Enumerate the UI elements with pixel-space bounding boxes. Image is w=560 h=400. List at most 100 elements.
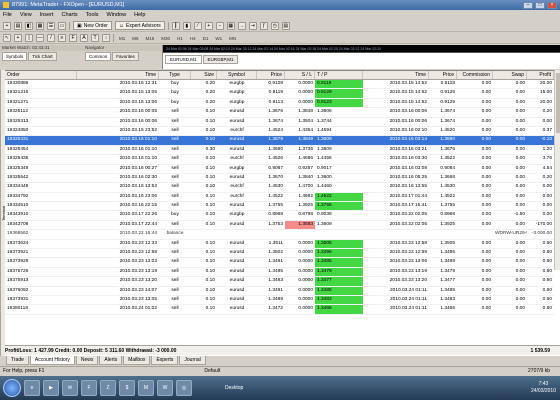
column-header[interactable]: Symbol xyxy=(217,71,257,79)
crosshair-icon[interactable]: + xyxy=(14,34,22,42)
table-row[interactable]: 19373931 2010.03.23 13:05 sell 0.10 eurusd 1.… xyxy=(5,295,554,306)
column-header[interactable]: Time xyxy=(77,71,159,79)
taskbar-app-icon[interactable]: e xyxy=(24,380,40,396)
maximize-button[interactable]: □ xyxy=(535,1,545,9)
navigator-icon[interactable]: ☰ xyxy=(47,21,55,30)
timeframe-m5[interactable]: M5 xyxy=(130,36,140,41)
table-row[interactable]: 19343910 2010.03.17 22:26 buy 0.10 eurgbp 0.8… xyxy=(5,211,554,221)
templates-icon[interactable]: ▤ xyxy=(281,21,290,30)
taskbar-app-icon[interactable]: ▶ xyxy=(43,380,59,396)
table-row[interactable]: 19376092 2010.03.23 14:07 sell 0.10 eurusd 1.… xyxy=(5,286,554,296)
column-header[interactable]: Size xyxy=(191,71,217,79)
taskbar-app-icon[interactable]: $ xyxy=(119,380,135,396)
table-scrollbar[interactable] xyxy=(554,70,560,270)
expert-advisors-button[interactable]: ☺ Expert Advisors xyxy=(114,21,165,30)
arrows-icon[interactable]: ↕ xyxy=(102,34,110,42)
taskbar-app-icon[interactable]: F xyxy=(81,380,97,396)
taskbar-desktop-label[interactable]: Desktop xyxy=(225,385,243,391)
chart-shift-icon[interactable]: ⇥ xyxy=(248,21,257,30)
trendline-icon[interactable]: / xyxy=(47,34,55,42)
periods-icon[interactable]: ◷ xyxy=(270,21,279,30)
market-watch-icon[interactable]: ◧ xyxy=(25,21,33,30)
column-header[interactable]: Type xyxy=(159,71,191,79)
table-row[interactable]: 19375913 2010.03.23 13:20 sell 0.10 eurusd 1.… xyxy=(5,277,554,287)
table-row[interactable]: 19324850 2010.03.15 23:52 sell 0.10 eurchf 1.… xyxy=(5,127,554,137)
data-window-icon[interactable]: ▦ xyxy=(36,21,44,30)
column-header[interactable]: Profit xyxy=(527,71,554,79)
timeframe-w1[interactable]: W1 xyxy=(213,36,224,41)
new-order-button[interactable]: ▣ New Order xyxy=(73,21,112,30)
column-header[interactable]: Order xyxy=(5,71,77,79)
zoom-in-icon[interactable]: + xyxy=(204,21,213,30)
tab-news[interactable]: News xyxy=(75,356,99,365)
table-row[interactable]: 19325431 2010.03.16 01:10 sell 0.10 eurusd 1.… xyxy=(5,136,554,146)
channel-icon[interactable]: ≡ xyxy=(58,34,66,42)
table-row[interactable]: 19343708 2010.03.17 22:44 sell 0.10 eurusd 1.… xyxy=(5,220,554,231)
timeframe-m15[interactable]: M15 xyxy=(144,36,157,41)
autoscroll-icon[interactable]: → xyxy=(237,21,246,30)
taskbar-app-icon[interactable]: W xyxy=(157,380,173,396)
minimize-button[interactable]: – xyxy=(523,1,533,9)
column-header[interactable]: Price xyxy=(257,71,285,79)
menu-tools[interactable]: Tools xyxy=(86,12,99,18)
bar-chart-icon[interactable]: ┃ xyxy=(171,21,180,30)
table-row[interactable]: 19375725 2010.03.23 13:19 sell 0.10 eurusd 1.… xyxy=(5,267,554,278)
tab-chart-eurusd[interactable]: EURUSD,M1 xyxy=(165,55,202,64)
table-row[interactable]: 19325542 2010.03.16 02:30 sell 0.10 eurusd 1.… xyxy=(5,174,554,184)
table-row[interactable]: 19373921 2010.03.23 12:59 sell 0.10 eurusd 1.… xyxy=(5,249,554,259)
column-header[interactable]: T / P xyxy=(315,71,363,79)
column-header[interactable]: Swap xyxy=(493,71,527,79)
new-chart-icon[interactable]: + xyxy=(3,21,11,30)
timeframe-h1[interactable]: H1 xyxy=(175,36,185,41)
table-row[interactable]: 19325349 2010.03.16 00:27 sell 0.10 eurgbp 0.… xyxy=(5,165,554,174)
cursor-icon[interactable]: ↖ xyxy=(3,34,11,42)
table-row[interactable]: 19368562 2010.03.22 16:44 balance WDRW-UR29… xyxy=(5,230,554,240)
start-button[interactable] xyxy=(3,379,21,397)
scrollbar-thumb[interactable] xyxy=(556,73,560,133)
profiles-icon[interactable]: ▤ xyxy=(14,21,22,30)
menu-help[interactable]: Help xyxy=(134,12,145,18)
menu-view[interactable]: View xyxy=(20,12,32,18)
menu-window[interactable]: Window xyxy=(107,12,127,18)
timeframe-mn[interactable]: MN xyxy=(227,36,238,41)
table-row[interactable]: 19330886 2010.03.15 12:31 buy 0.20 eurgbp 0.9… xyxy=(5,80,554,90)
tab-journal[interactable]: Journal xyxy=(179,356,206,365)
close-button[interactable]: × xyxy=(547,1,557,9)
tab-common[interactable]: Common xyxy=(85,52,112,61)
tab-trade[interactable]: Trade xyxy=(6,356,29,365)
table-row[interactable]: 19325435 2010.03.16 01:10 sell 0.10 eurchf 1.… xyxy=(5,155,554,165)
menu-file[interactable]: File xyxy=(3,12,12,18)
tab-chart-eurgbp[interactable]: EURGBP,M1 xyxy=(202,55,239,64)
tab-mailbox[interactable]: Mailbox xyxy=(123,356,151,365)
vertical-line-icon[interactable]: | xyxy=(25,34,33,42)
taskbar-app-icon[interactable]: ✉ xyxy=(62,380,78,396)
candlestick-icon[interactable]: ▮ xyxy=(182,21,191,30)
tab-favorites[interactable]: Favorites xyxy=(112,52,139,61)
label-icon[interactable]: T xyxy=(91,34,99,42)
tab-alerts[interactable]: Alerts xyxy=(99,356,123,365)
tab-account-history[interactable]: Account History xyxy=(29,356,75,365)
tile-windows-icon[interactable]: ▦ xyxy=(226,21,235,30)
tab-symbols[interactable]: Symbols xyxy=(2,52,28,61)
table-row[interactable]: 19334792 2010.03.16 23:06 sell 0.10 eurchf 1.… xyxy=(5,192,554,203)
terminal-icon[interactable]: ▭ xyxy=(58,21,66,30)
fibonacci-icon[interactable]: F xyxy=(69,34,77,42)
taskbar-app-icon[interactable]: M xyxy=(138,380,154,396)
table-row[interactable]: 19380118 2010.03.24 01:02 sell 0.10 eurusd 1.… xyxy=(5,305,554,315)
tab-experts[interactable]: Experts xyxy=(151,356,179,365)
table-row[interactable]: 19334449 2010.03.16 13:53 sell 0.10 eurchf 1.… xyxy=(5,183,554,193)
table-row[interactable]: 19325313 2010.03.16 00:06 sell 0.10 eurusd 1.… xyxy=(5,118,554,127)
table-row[interactable]: 19321216 2010.03.15 13:05 buy 0.20 eurgbp 0.9… xyxy=(5,89,554,99)
menu-charts[interactable]: Charts xyxy=(61,12,77,18)
table-row[interactable]: 19325112 2010.03.16 00:05 sell 0.10 eurusd 1.… xyxy=(5,108,554,118)
taskbar-app-icon[interactable]: ◎ xyxy=(176,380,192,396)
line-chart-icon[interactable]: ⁄ xyxy=(193,21,202,30)
timeframe-d1[interactable]: D1 xyxy=(201,36,211,41)
table-row[interactable]: 19373929 2010.03.23 13:03 sell 0.10 eurusd 1.… xyxy=(5,258,554,268)
table-row[interactable]: 19373624 2010.03.23 12:33 sell 0.10 eurusd 1.… xyxy=(5,239,554,250)
zoom-out-icon[interactable]: − xyxy=(215,21,224,30)
table-row[interactable]: 19325454 2010.03.16 01:10 sell 0.30 eurusd 1.… xyxy=(5,146,554,156)
taskbar-app-icon[interactable]: Z xyxy=(100,380,116,396)
column-header[interactable]: Commission xyxy=(457,71,493,79)
menu-insert[interactable]: Insert xyxy=(40,12,54,18)
